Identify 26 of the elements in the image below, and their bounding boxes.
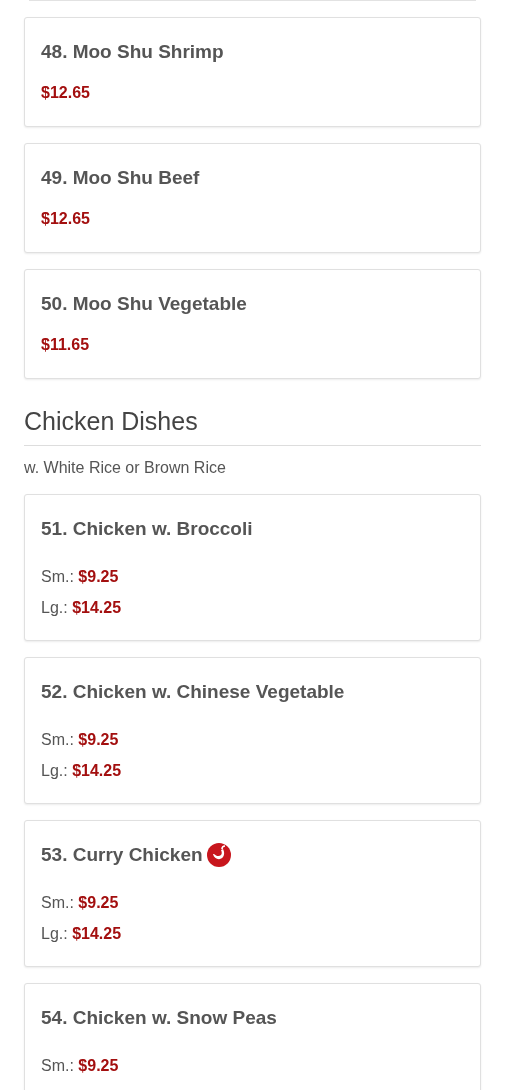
size-label: Lg.: bbox=[41, 762, 68, 779]
section-heading: Chicken Dishes bbox=[24, 405, 481, 446]
item-title: 54. Chicken w. Snow Peas bbox=[41, 1006, 277, 1030]
item-price: $11.65 bbox=[41, 335, 91, 355]
size-label: Sm.: bbox=[41, 568, 74, 585]
item-price: $12.65 bbox=[41, 83, 91, 103]
size-label: Sm.: bbox=[41, 1057, 74, 1074]
item-title: 52. Chicken w. Chinese Vegetable bbox=[41, 680, 345, 704]
item-title: 51. Chicken w. Broccoli bbox=[41, 517, 253, 541]
size-label: Sm.: bbox=[41, 731, 74, 748]
item-title: 50. Moo Shu Vegetable bbox=[41, 292, 247, 316]
item-price: $9.25 bbox=[78, 1057, 119, 1074]
item-price: $14.25 bbox=[72, 762, 122, 779]
size-label: Sm.: bbox=[41, 894, 74, 911]
item-price: $9.25 bbox=[78, 731, 119, 748]
item-price: $14.25 bbox=[72, 599, 122, 616]
item-title: 49. Moo Shu Beef bbox=[41, 166, 200, 190]
section-subtitle: w. White Rice or Brown Rice bbox=[24, 458, 227, 478]
size-label: Lg.: bbox=[41, 599, 68, 616]
item-price: $9.25 bbox=[78, 568, 119, 585]
item-title: 48. Moo Shu Shrimp bbox=[41, 40, 224, 64]
size-label: Lg.: bbox=[41, 925, 68, 942]
item-title: 53. Curry Chicken bbox=[41, 843, 203, 867]
item-price: $14.25 bbox=[72, 925, 122, 942]
item-price: $9.25 bbox=[78, 894, 119, 911]
item-price: $12.65 bbox=[41, 209, 91, 229]
